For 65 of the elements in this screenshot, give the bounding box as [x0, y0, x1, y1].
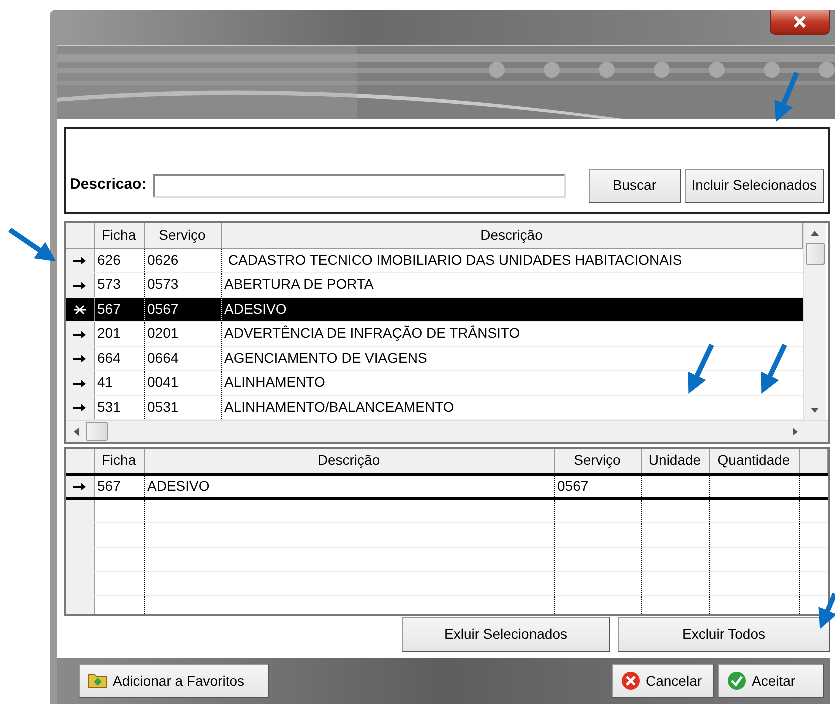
table-row[interactable]: 201 0201 ADVERTÊNCIA DE INFRAÇÃO DE TRÂNSITO	[66, 322, 802, 346]
close-icon	[792, 16, 808, 28]
table-cell: 0567	[148, 300, 179, 317]
vertical-scrollbar[interactable]	[803, 223, 826, 420]
table-row[interactable]: 41 0041 ALINHAMENTO	[66, 370, 802, 395]
search-button[interactable]: Buscar	[588, 168, 681, 202]
right-arrow-icon	[792, 428, 798, 436]
table-cell: 626	[98, 252, 121, 268]
annotation-arrow	[774, 72, 800, 122]
table-cell: 573	[98, 276, 121, 292]
close-button[interactable]	[770, 10, 830, 35]
table-cell: ADVERTÊNCIA DE INFRAÇÃO DE TRÂNSITO	[224, 325, 520, 342]
down-arrow-icon	[811, 408, 819, 412]
description-field[interactable]	[152, 174, 566, 198]
table-row[interactable]: 626 0626 CADASTRO TECNICO IMOBILIARIO DAS UNIDADES HABITACIONAIS	[66, 248, 802, 272]
table-cell: ADESIVO	[224, 300, 287, 317]
table-cell: ALINHAMENTO/BALANCEAMENTO	[224, 398, 454, 415]
cancel-button[interactable]: Cancelar	[612, 664, 714, 698]
table-cell: 567	[98, 478, 121, 494]
table-cell: ALINHAMENTO	[224, 374, 326, 390]
table-cell: 664	[98, 350, 121, 366]
column-header: Quantidade	[709, 449, 799, 474]
delete-all-button[interactable]: Excluir Todos	[618, 617, 830, 652]
add-favorites-button[interactable]: Adicionar a Favoritos	[79, 664, 269, 698]
table-cell: 531	[98, 398, 121, 415]
table-cell: 567	[98, 300, 121, 317]
column-header: Serviço	[554, 449, 641, 474]
table-cell: ADESIVO	[148, 478, 210, 494]
table-cell: 41	[98, 374, 114, 390]
accept-button[interactable]: Aceitar	[718, 664, 824, 698]
table-cell-text: CADASTRO TECNICO IMOBILIARIO DAS UNIDADES HABITACIONAIS	[227, 252, 682, 268]
annotation-arrow	[818, 593, 835, 630]
annotation-arrow	[688, 344, 714, 394]
table-cell: 201	[98, 325, 121, 342]
table-cell: ABERTURA DE PORTA	[224, 276, 374, 292]
column-header: Ficha	[94, 449, 144, 474]
cancel-icon	[621, 671, 641, 691]
annotation-arrow	[761, 344, 788, 394]
left-arrow-icon	[74, 428, 78, 436]
table-cell: AGENCIAMENTO DE VIAGENS	[224, 350, 428, 366]
table-cell: 0041	[148, 374, 179, 390]
table-cell: 0626	[148, 252, 179, 268]
column-header: Unidade	[641, 449, 709, 474]
include-selected-button[interactable]: Incluir Selecionados	[684, 168, 824, 202]
check-icon	[727, 671, 747, 691]
column-header: Descrição	[221, 223, 802, 248]
row-header	[66, 223, 94, 248]
table-cell: 0573	[148, 276, 179, 292]
description-label: Descricao:	[70, 175, 147, 196]
table-cell: 0201	[148, 325, 179, 342]
table-cell: 0664	[148, 350, 179, 366]
annotation-arrow	[8, 228, 56, 262]
table-row[interactable]: 664 0664 AGENCIAMENTO DE VIAGENS	[66, 346, 802, 370]
up-arrow-icon	[811, 230, 819, 236]
column-header: Descrição	[144, 449, 554, 474]
column-header: Ficha	[94, 223, 144, 248]
table-cell: 0531	[148, 398, 179, 415]
table-cell: 0567	[558, 478, 589, 494]
scroll-thumb[interactable]	[806, 243, 824, 265]
horizontal-scrollbar[interactable]	[66, 420, 828, 442]
delete-selected-button[interactable]: Exluir Selecionados	[402, 617, 610, 652]
scroll-thumb[interactable]	[86, 422, 108, 441]
column-header: Serviço	[144, 223, 221, 248]
row-header	[66, 449, 94, 474]
table-row[interactable]: 573 0573 ABERTURA DE PORTA	[66, 272, 802, 297]
